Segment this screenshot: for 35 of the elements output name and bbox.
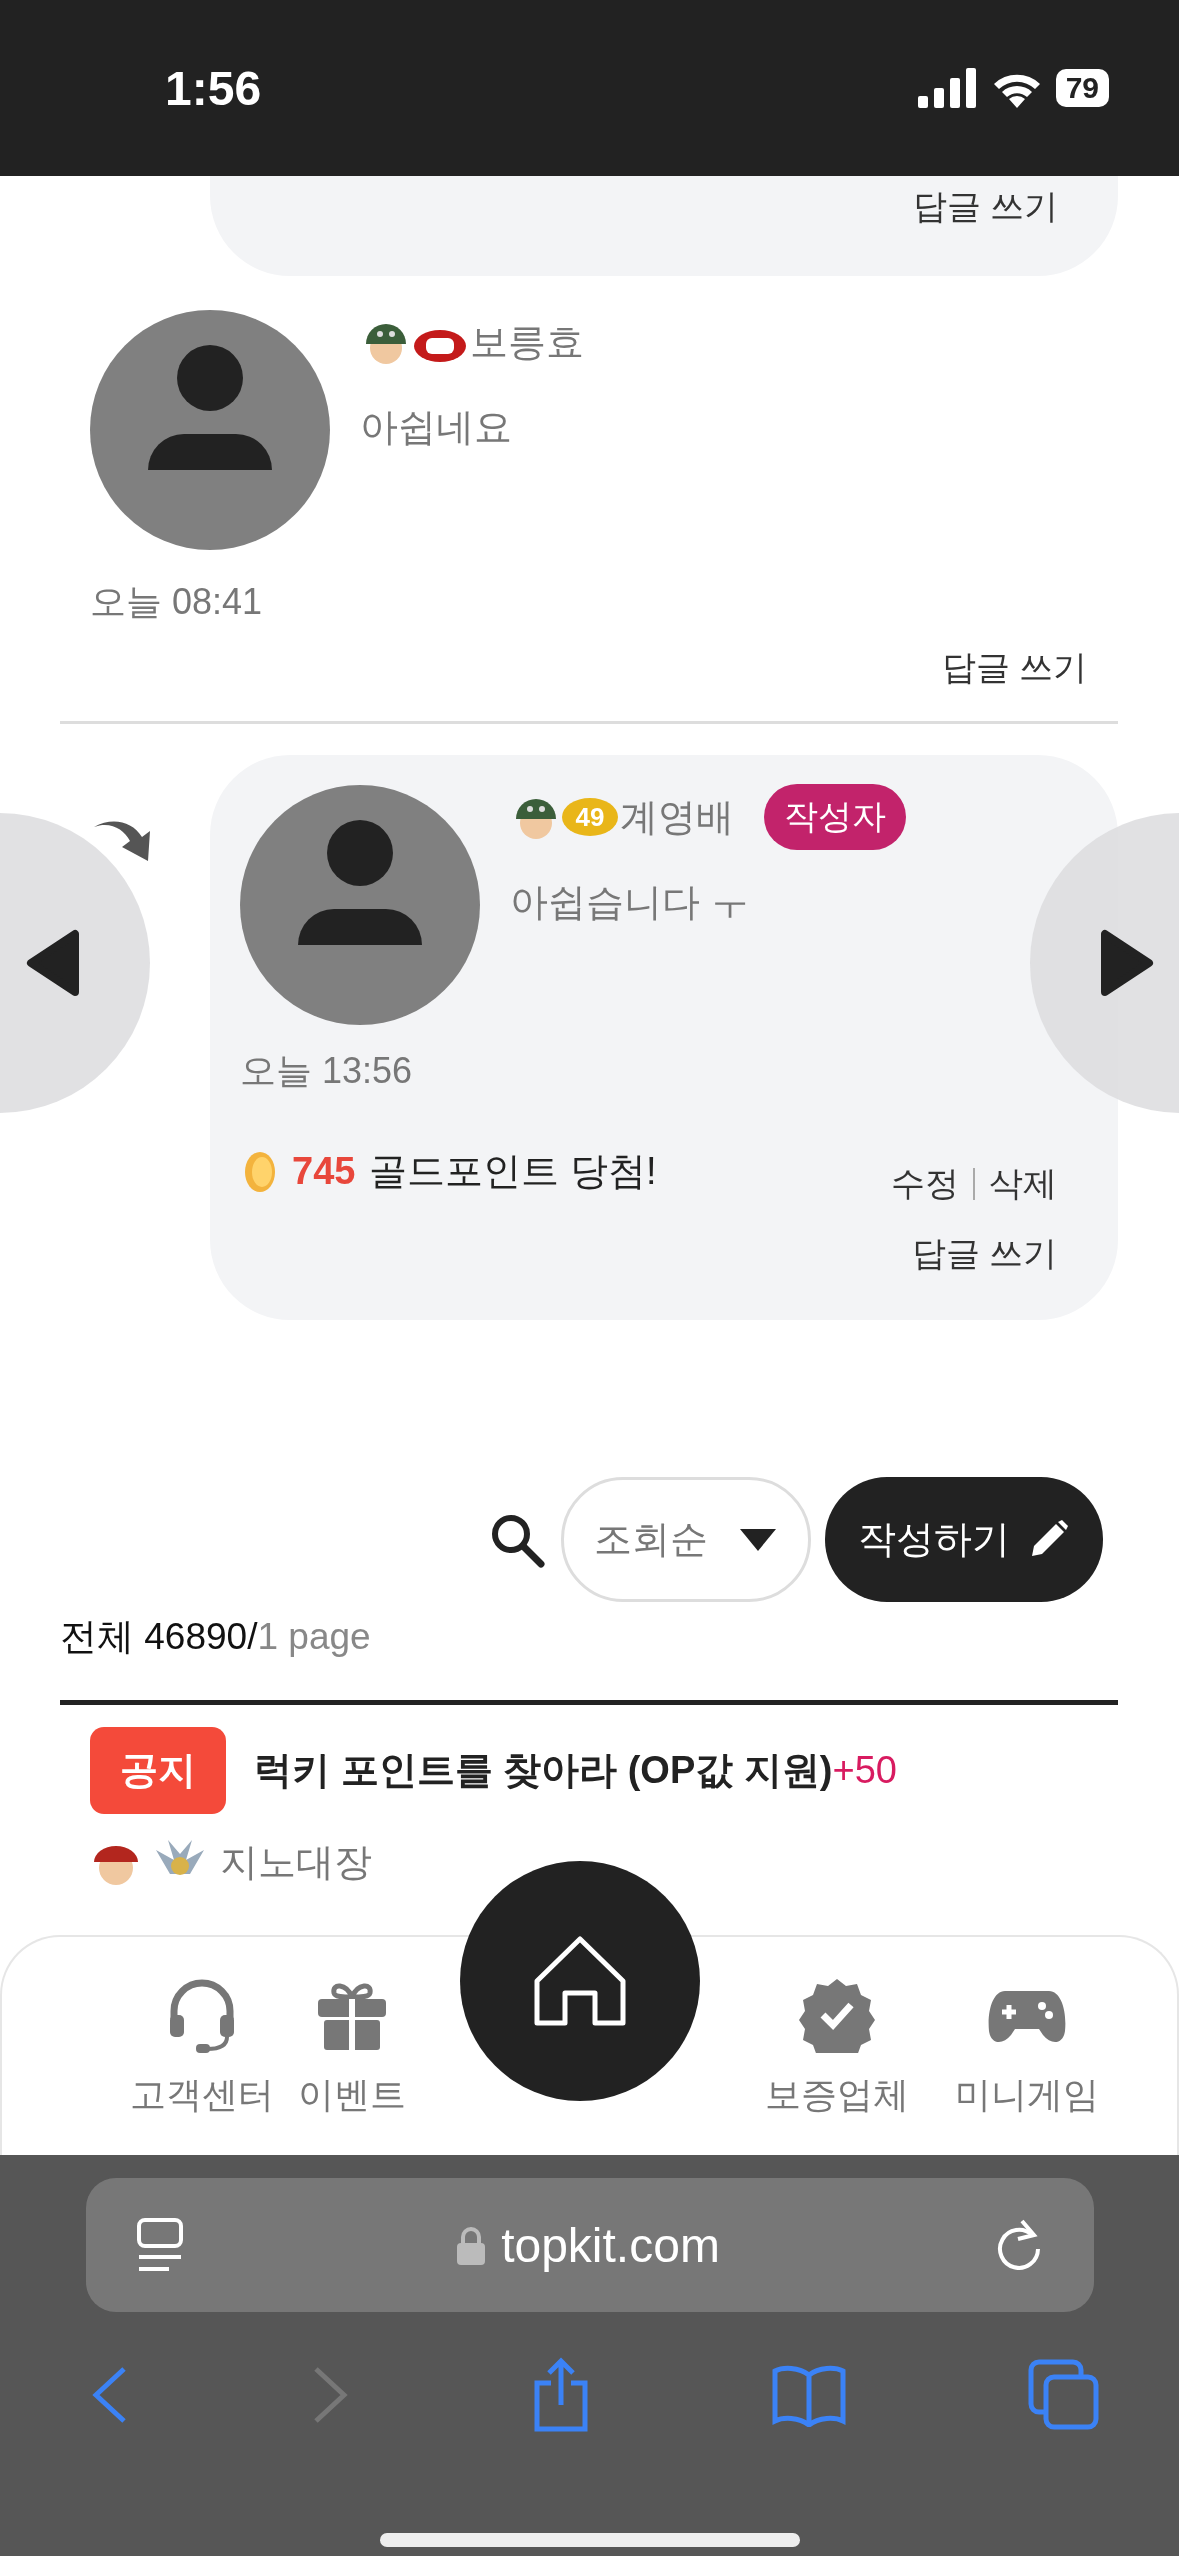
point-amount: 745 <box>292 1150 356 1193</box>
reply-link[interactable]: 답글 쓰기 <box>941 645 1087 691</box>
notice-tag: 공지 <box>90 1727 226 1814</box>
nav-item[interactable]: 이벤트 <box>277 1937 427 2155</box>
signal-icon <box>917 68 978 108</box>
verified-badge-icon <box>799 1977 875 2053</box>
total-count: 전체 46890/ <box>60 1615 258 1659</box>
write-button[interactable]: 작성하기 <box>825 1477 1103 1602</box>
author-name: 보릉효 <box>470 319 584 365</box>
author-name: 지노대장 <box>220 1839 372 1885</box>
nav-item[interactable]: 고객센터 <box>127 1937 277 2155</box>
comment-text: 아쉽습니다 ㅜ <box>510 880 750 925</box>
reader-icon[interactable] <box>135 2217 184 2273</box>
action-link[interactable]: 수정 <box>891 1161 959 1207</box>
level-badge: 49 <box>562 798 618 836</box>
sort-dropdown[interactable]: 조회순 <box>561 1477 811 1602</box>
reply-link[interactable]: 답글 쓰기 <box>911 1231 1057 1277</box>
caret-icon <box>738 1526 778 1553</box>
author-name: 계영배 <box>620 794 734 840</box>
prize-text: 골드포인트 당첨! <box>369 1149 657 1194</box>
notice-title[interactable]: 럭키 포인트를 찾아라 (OP값 지원) <box>254 1745 833 1796</box>
author-tag: 작성자 <box>764 784 906 850</box>
nav-item[interactable]: 보증업체 <box>762 1937 912 2155</box>
comment-time: 오늘 13:56 <box>240 1049 414 1093</box>
url-text: topkit.com <box>501 2217 720 2273</box>
battery-level: 79 <box>1055 69 1109 107</box>
comment-text: 아쉽네요 <box>360 405 513 450</box>
lock-icon <box>457 2225 486 2265</box>
points: +50 <box>832 1749 897 1792</box>
comment-time: 오늘 08:41 <box>90 580 264 624</box>
status-time: 1:56 <box>165 60 263 116</box>
page-count: 1 page <box>257 1616 371 1658</box>
action-link[interactable]: 삭제 <box>989 1161 1057 1207</box>
nav-item[interactable]: 미니게임 <box>952 1937 1102 2155</box>
reply-link[interactable]: 답글 쓰기 <box>912 184 1058 230</box>
